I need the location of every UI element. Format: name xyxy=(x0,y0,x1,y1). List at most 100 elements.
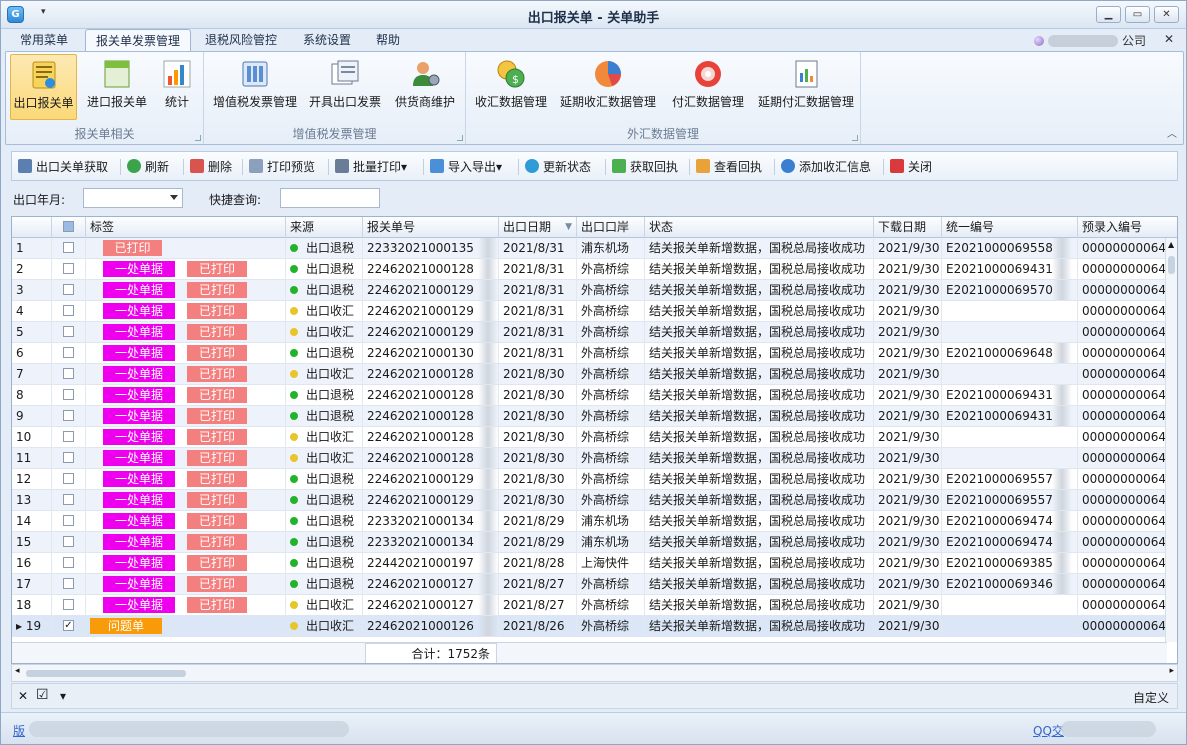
row-number-cell[interactable]: 17 xyxy=(12,574,52,594)
col-header-export-date[interactable]: 出口日期 ▼ xyxy=(499,217,577,238)
row-number-cell[interactable]: 12 xyxy=(12,469,52,489)
tab-close-icon[interactable]: ✕ xyxy=(1164,32,1174,46)
row-number-cell[interactable]: 16 xyxy=(12,553,52,573)
row-checkbox[interactable] xyxy=(63,578,74,589)
row-number-cell[interactable]: 4 xyxy=(12,301,52,321)
row-select-cell[interactable] xyxy=(52,301,86,321)
source-cell[interactable]: 出口退税 xyxy=(286,406,363,426)
export-date-cell[interactable]: 2021/8/30 xyxy=(499,490,577,510)
col-header-status[interactable]: 状态 xyxy=(645,217,874,238)
table-row[interactable]: 14 一处单据 已打印 出口退税 22332021000134 2021/8/29 浦东机场… xyxy=(12,511,1174,532)
tag-cell[interactable]: 一处单据 已打印 xyxy=(86,364,286,384)
filter-dropdown-icon[interactable]: ▾ xyxy=(60,689,66,703)
status-cell[interactable]: 结关报关单新增数据，国税总局接收成功 xyxy=(645,259,874,279)
row-number-cell[interactable]: 1 xyxy=(12,238,52,258)
status-cell[interactable]: 结关报关单新增数据，国税总局接收成功 xyxy=(645,595,874,615)
row-checkbox[interactable] xyxy=(63,284,74,295)
row-checkbox[interactable] xyxy=(63,410,74,421)
issue-export-invoice-button[interactable]: 开具出口发票 xyxy=(306,54,384,120)
tag-cell[interactable]: 一处单据 已打印 xyxy=(86,574,286,594)
pre-entry-no-cell[interactable]: 000000000646 xyxy=(1078,259,1177,279)
pre-entry-no-cell[interactable]: 000000000646 xyxy=(1078,532,1177,552)
source-cell[interactable]: 出口收汇 xyxy=(286,427,363,447)
tag-cell[interactable]: 一处单据 已打印 xyxy=(86,259,286,279)
status-cell[interactable]: 结关报关单新增数据，国税总局接收成功 xyxy=(645,490,874,510)
source-cell[interactable]: 出口收汇 xyxy=(286,616,363,636)
download-date-cell[interactable]: 2021/9/30 xyxy=(874,469,942,489)
pre-entry-no-cell[interactable]: 000000000645 xyxy=(1078,595,1177,615)
row-number-cell[interactable]: 9 xyxy=(12,406,52,426)
pre-entry-no-cell[interactable]: 000000000646 xyxy=(1078,511,1177,531)
port-cell[interactable]: 外高桥综 xyxy=(577,448,645,468)
download-date-cell[interactable]: 2021/9/30 xyxy=(874,322,942,342)
port-cell[interactable]: 浦东机场 xyxy=(577,511,645,531)
port-cell[interactable]: 外高桥综 xyxy=(577,469,645,489)
close-window-button[interactable]: ✕ xyxy=(1154,6,1179,23)
row-number-cell[interactable]: 11 xyxy=(12,448,52,468)
status-cell[interactable]: 结关报关单新增数据，国税总局接收成功 xyxy=(645,469,874,489)
row-checkbox[interactable] xyxy=(63,347,74,358)
row-number-cell[interactable]: 5 xyxy=(12,322,52,342)
export-date-cell[interactable]: 2021/8/30 xyxy=(499,364,577,384)
download-date-cell[interactable]: 2021/9/30 xyxy=(874,343,942,363)
pre-entry-no-cell[interactable]: 000000000646 xyxy=(1078,343,1177,363)
table-row[interactable]: 5 一处单据 已打印 出口收汇 22462021000129 2021/8/31 外高桥综结… xyxy=(12,322,1174,343)
status-cell[interactable]: 结关报关单新增数据，国税总局接收成功 xyxy=(645,385,874,405)
unified-no-cell[interactable] xyxy=(942,427,1078,447)
fx-receipt-data-button[interactable]: $ 收汇数据管理 xyxy=(470,54,552,120)
tab-help[interactable]: 帮助 xyxy=(366,29,410,51)
status-cell[interactable]: 结关报关单新增数据，国税总局接收成功 xyxy=(645,280,874,300)
status-cell[interactable]: 结关报关单新增数据，国税总局接收成功 xyxy=(645,238,874,258)
col-header-pre-entry-no[interactable]: 预录入编号 xyxy=(1078,217,1177,238)
pre-entry-no-cell[interactable]: 000000000646 xyxy=(1078,385,1177,405)
export-date-cell[interactable]: 2021/8/31 xyxy=(499,301,577,321)
row-select-cell[interactable] xyxy=(52,280,86,300)
tab-tax-risk[interactable]: 退税风险管控 xyxy=(195,29,287,51)
unified-no-cell[interactable] xyxy=(942,322,1078,342)
pre-entry-no-cell[interactable]: 000000000646 xyxy=(1078,406,1177,426)
export-date-cell[interactable]: 2021/8/27 xyxy=(499,595,577,615)
export-date-cell[interactable]: 2021/8/31 xyxy=(499,238,577,258)
download-date-cell[interactable]: 2021/9/30 xyxy=(874,259,942,279)
clear-filter-icon[interactable]: ✕ xyxy=(18,689,28,703)
qq-link[interactable]: QQ交 xyxy=(1033,722,1064,739)
download-date-cell[interactable]: 2021/9/30 xyxy=(874,574,942,594)
source-cell[interactable]: 出口退税 xyxy=(286,553,363,573)
pre-entry-no-cell[interactable]: 000000000645 xyxy=(1078,616,1177,636)
export-date-cell[interactable]: 2021/8/26 xyxy=(499,616,577,636)
export-date-cell[interactable]: 2021/8/29 xyxy=(499,511,577,531)
add-fx-info-button[interactable]: 添加收汇信息 xyxy=(781,158,871,176)
supplier-maintenance-button[interactable]: 供货商维护 xyxy=(390,54,460,120)
tab-common-menu[interactable]: 常用菜单 xyxy=(10,29,78,51)
row-checkbox[interactable] xyxy=(63,536,74,547)
status-cell[interactable]: 结关报关单新增数据，国税总局接收成功 xyxy=(645,616,874,636)
row-number-cell[interactable]: 10 xyxy=(12,427,52,447)
scroll-right-icon[interactable]: ▸ xyxy=(1169,666,1174,676)
export-date-cell[interactable]: 2021/8/27 xyxy=(499,574,577,594)
row-number-cell[interactable]: 6 xyxy=(12,343,52,363)
table-row[interactable]: 10 一处单据 已打印 出口收汇 22462021000128 2021/8/30 外高桥综… xyxy=(12,427,1174,448)
export-date-cell[interactable]: 2021/8/31 xyxy=(499,280,577,300)
pre-entry-no-cell[interactable]: 000000000646 xyxy=(1078,469,1177,489)
row-select-cell[interactable] xyxy=(52,322,86,342)
source-cell[interactable]: 出口退税 xyxy=(286,469,363,489)
row-checkbox[interactable] xyxy=(63,599,74,610)
row-number-cell[interactable]: 15 xyxy=(12,532,52,552)
row-checkbox[interactable] xyxy=(63,242,74,253)
tag-cell[interactable]: 一处单据 已打印 xyxy=(86,469,286,489)
row-select-cell[interactable] xyxy=(52,364,86,384)
tag-cell[interactable]: 一处单据 已打印 xyxy=(86,427,286,447)
status-cell[interactable]: 结关报关单新增数据，国税总局接收成功 xyxy=(645,427,874,447)
tab-declaration-invoice[interactable]: 报关单发票管理 xyxy=(85,29,192,52)
port-cell[interactable]: 浦东机场 xyxy=(577,238,645,258)
port-cell[interactable]: 外高桥综 xyxy=(577,574,645,594)
port-cell[interactable]: 外高桥综 xyxy=(577,280,645,300)
port-cell[interactable]: 外高桥综 xyxy=(577,490,645,510)
table-row[interactable]: 9 一处单据 已打印 出口退税 22462021000128 2021/8/30 外高桥综结… xyxy=(12,406,1174,427)
source-cell[interactable]: 出口收汇 xyxy=(286,595,363,615)
source-cell[interactable]: 出口收汇 xyxy=(286,364,363,384)
tag-cell[interactable]: 一处单据 已打印 xyxy=(86,490,286,510)
row-checkbox[interactable] xyxy=(63,389,74,400)
source-cell[interactable]: 出口收汇 xyxy=(286,322,363,342)
maximize-button[interactable]: ▭ xyxy=(1125,6,1150,23)
